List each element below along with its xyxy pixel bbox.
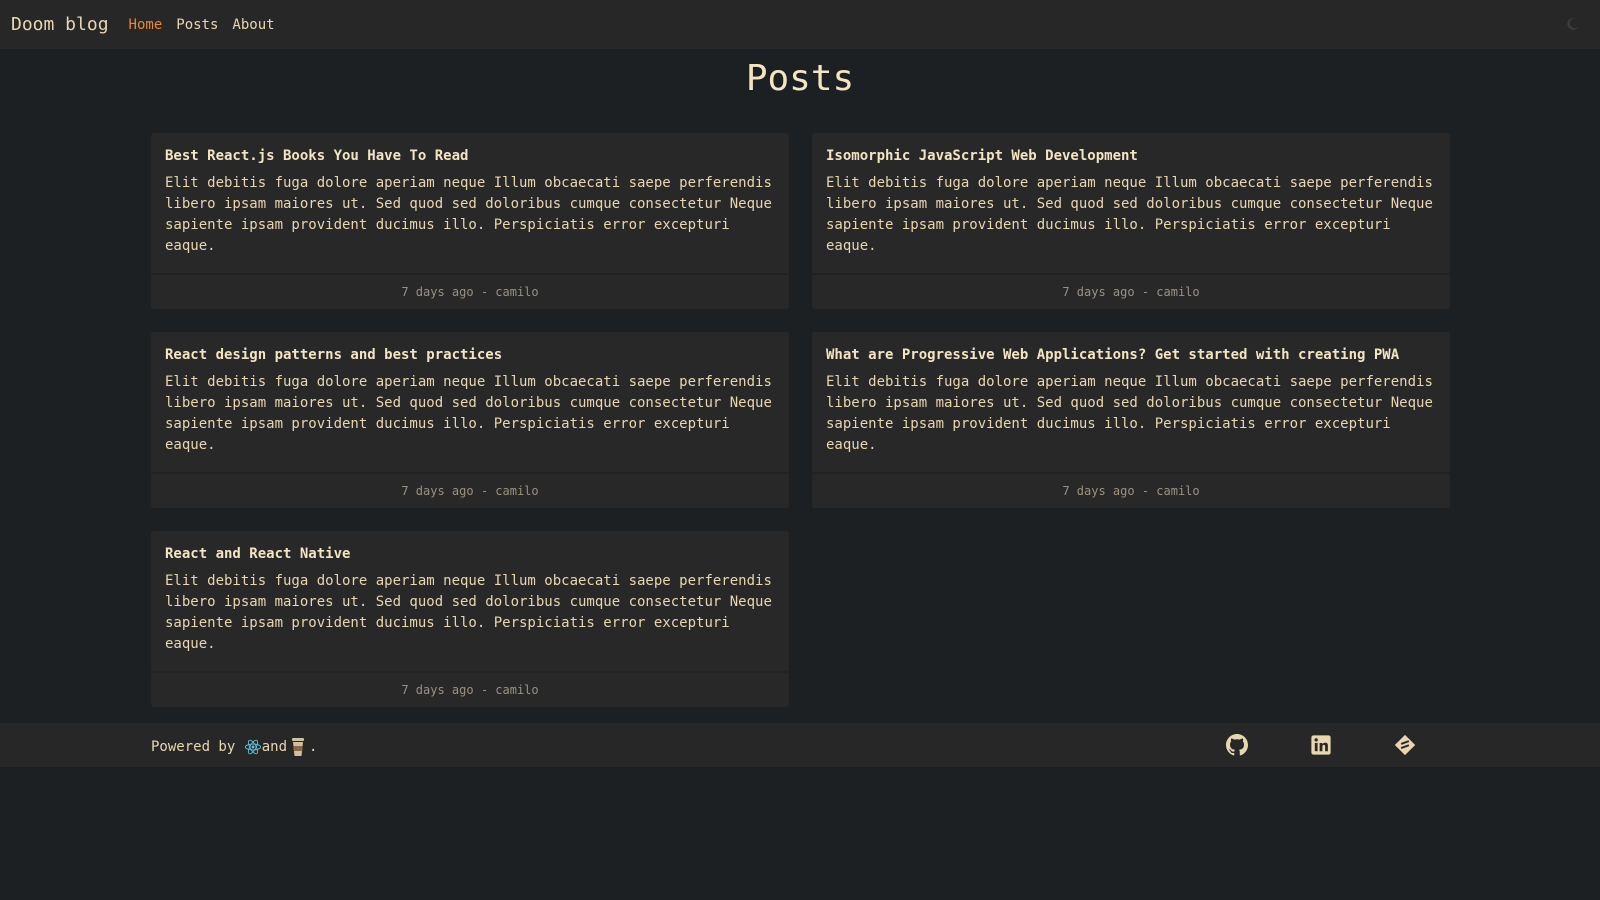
post-title[interactable]: Isomorphic JavaScript Web Development xyxy=(826,148,1436,164)
post-title[interactable]: Best React.js Books You Have To Read xyxy=(165,148,775,164)
post-card-body: React design patterns and best practices… xyxy=(151,332,789,471)
page-footer: Powered by and . xyxy=(0,723,1600,767)
nav-link-about[interactable]: About xyxy=(232,17,274,33)
react-icon xyxy=(244,739,261,755)
powered-and: and xyxy=(261,739,288,755)
coffee-cup-icon xyxy=(292,738,305,756)
post-card[interactable]: React design patterns and best practices… xyxy=(151,332,789,508)
page-title: Posts xyxy=(745,58,855,99)
post-card[interactable]: Best React.js Books You Have To Read Eli… xyxy=(151,133,789,309)
post-card[interactable]: React and React Native Elit debitis fuga… xyxy=(151,531,789,707)
powered-by-text: Powered by and . xyxy=(151,736,317,758)
post-title[interactable]: React and React Native xyxy=(165,546,775,562)
post-title[interactable]: React design patterns and best practices xyxy=(165,347,775,363)
post-meta: 7 days ago - camilo xyxy=(151,472,789,508)
post-meta: 7 days ago - camilo xyxy=(151,273,789,309)
post-card-body: Isomorphic JavaScript Web Development El… xyxy=(812,133,1450,272)
moon-icon[interactable] xyxy=(1566,17,1580,31)
nav-link-home[interactable]: Home xyxy=(129,17,163,33)
post-excerpt: Elit debitis fuga dolore aperiam neque I… xyxy=(165,573,772,652)
post-meta: 7 days ago - camilo xyxy=(812,472,1450,508)
post-card-body: What are Progressive Web Applications? G… xyxy=(812,332,1450,471)
post-excerpt: Elit debitis fuga dolore aperiam neque I… xyxy=(165,175,772,254)
post-excerpt: Elit debitis fuga dolore aperiam neque I… xyxy=(826,175,1433,254)
brand-link[interactable]: Doom blog xyxy=(11,14,109,35)
post-card[interactable]: What are Progressive Web Applications? G… xyxy=(812,332,1450,508)
powered-prefix: Powered by xyxy=(151,739,244,755)
posts-grid: Best React.js Books You Have To Read Eli… xyxy=(151,133,1450,707)
post-card[interactable]: Isomorphic JavaScript Web Development El… xyxy=(812,133,1450,309)
nav-link-posts[interactable]: Posts xyxy=(176,17,218,33)
post-excerpt: Elit debitis fuga dolore aperiam neque I… xyxy=(826,374,1433,453)
powered-suffix: . xyxy=(309,739,318,755)
post-card-body: React and React Native Elit debitis fuga… xyxy=(151,531,789,670)
linkedin-icon[interactable] xyxy=(1310,734,1332,756)
dev-blog-icon[interactable] xyxy=(1394,734,1416,756)
top-navbar: Doom blog Home Posts About xyxy=(0,0,1600,49)
post-card-body: Best React.js Books You Have To Read Eli… xyxy=(151,133,789,272)
post-meta: 7 days ago - camilo xyxy=(812,273,1450,309)
post-excerpt: Elit debitis fuga dolore aperiam neque I… xyxy=(165,374,772,453)
github-icon[interactable] xyxy=(1226,734,1248,756)
post-title[interactable]: What are Progressive Web Applications? G… xyxy=(826,347,1436,363)
post-meta: 7 days ago - camilo xyxy=(151,671,789,707)
